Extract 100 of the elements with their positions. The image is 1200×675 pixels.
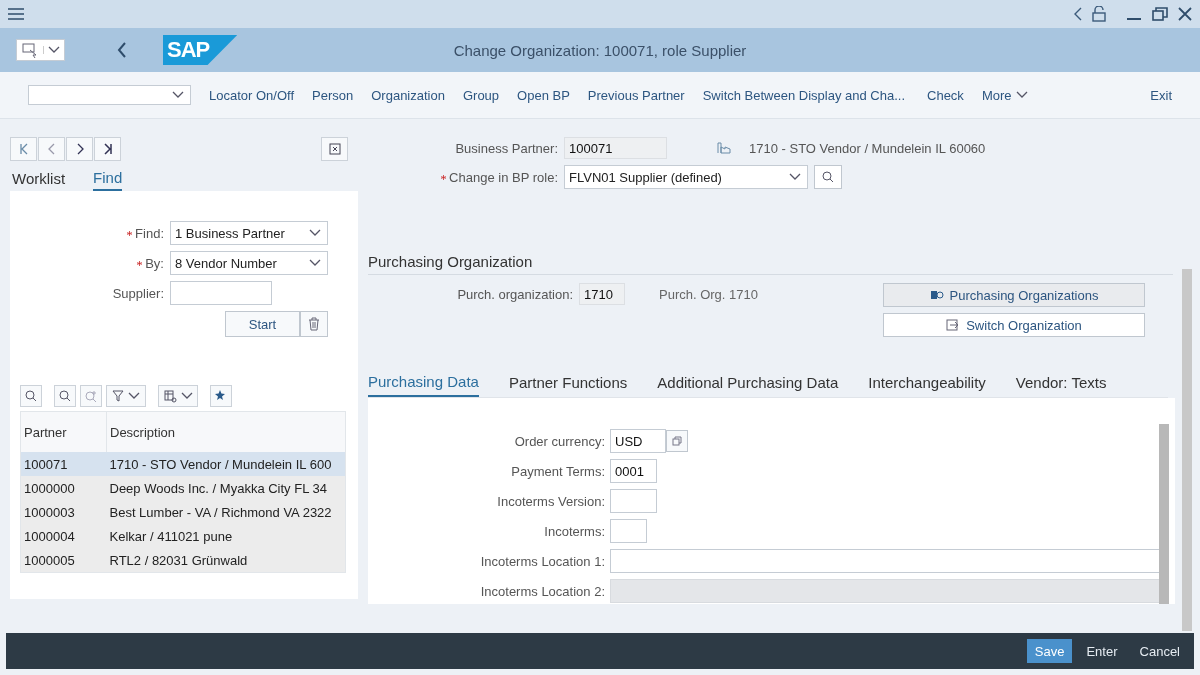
- back-icon[interactable]: [117, 42, 127, 58]
- scrollbar[interactable]: [1159, 424, 1169, 604]
- tab[interactable]: Interchangeability: [868, 373, 986, 397]
- tab[interactable]: Additional Purchasing Data: [657, 373, 839, 397]
- copy-icon: [672, 436, 682, 446]
- input-field[interactable]: [610, 489, 657, 513]
- next-icon: [75, 143, 84, 155]
- chevron-down-icon: [789, 173, 801, 181]
- table-cell: 1000004: [20, 524, 107, 548]
- field-label: Purch. organization:: [456, 287, 573, 302]
- org-icon: [929, 289, 944, 301]
- favorite-button[interactable]: [210, 385, 232, 407]
- input-field[interactable]: [170, 281, 272, 305]
- field-label: Change in BP role:: [449, 169, 558, 185]
- input-field[interactable]: [610, 519, 647, 543]
- table-cell: 1000003: [20, 500, 107, 524]
- first-button[interactable]: [10, 137, 37, 161]
- chevron-down-icon: [309, 259, 321, 267]
- required-icon: [441, 174, 447, 180]
- settings-button[interactable]: [158, 385, 198, 407]
- partner-description: 1710 - STO Vendor / Mundelein IL 60060: [749, 140, 986, 156]
- field-label: Incoterms Version:: [496, 493, 605, 509]
- close-button[interactable]: [321, 137, 348, 161]
- table-cell: RTL2 / 82031 Grünwald: [106, 548, 346, 573]
- last-button[interactable]: [94, 137, 121, 161]
- last-icon: [102, 143, 113, 155]
- tab[interactable]: Vendor: Texts: [1015, 373, 1107, 397]
- restore-icon[interactable]: [1152, 7, 1168, 21]
- chevron-down-icon: [128, 392, 140, 400]
- toolbar-button[interactable]: Person: [312, 87, 354, 103]
- check-button[interactable]: Check: [927, 87, 964, 103]
- organizations-button[interactable]: Purchasing Organizations: [883, 283, 1145, 307]
- zoom-button[interactable]: [20, 385, 42, 407]
- search-icon: [59, 390, 71, 402]
- menu-dropdown[interactable]: [16, 39, 65, 61]
- search-plus-icon: [85, 390, 97, 402]
- exit-button[interactable]: Exit: [1150, 87, 1172, 103]
- readonly-field: 100071: [564, 137, 667, 159]
- close-icon[interactable]: [1178, 7, 1192, 21]
- chevron-down-icon: [180, 392, 193, 400]
- filter-button[interactable]: [106, 385, 146, 407]
- magnifier-icon: [25, 390, 37, 402]
- more-button[interactable]: More: [981, 87, 1028, 103]
- input-field[interactable]: 0001: [610, 459, 657, 483]
- organization-description: Purch. Org. 1710: [659, 287, 759, 302]
- chevron-down-icon: [1015, 91, 1028, 99]
- tab[interactable]: Partner Functions: [508, 373, 628, 397]
- select-field[interactable]: 1 Business Partner: [170, 221, 328, 245]
- table-cell: 1710 - STO Vendor / Mundelein IL 600: [106, 452, 346, 476]
- table-cell: 100071: [20, 452, 107, 476]
- select-field[interactable]: 8 Vendor Number: [170, 251, 328, 275]
- table-settings-icon: [163, 389, 177, 403]
- field-label: Incoterms Location 1:: [479, 553, 605, 569]
- footer-button[interactable]: Enter: [1078, 639, 1126, 663]
- toolbar-button[interactable]: Organization: [371, 87, 445, 103]
- trash-icon: [308, 317, 320, 331]
- command-field[interactable]: [28, 85, 191, 105]
- start-button[interactable]: Start: [225, 311, 300, 337]
- table-cell: Best Lumber - VA / Richmond VA 2322: [106, 500, 346, 524]
- toolbar-button[interactable]: Switch Between Display and Cha...: [702, 87, 905, 103]
- section-title: Purchasing Organization: [368, 253, 1173, 275]
- filter-icon: [112, 390, 124, 402]
- toolbar-button[interactable]: Previous Partner: [587, 87, 685, 103]
- scrollbar[interactable]: [1182, 269, 1192, 631]
- screen-icon: [21, 42, 39, 58]
- panel-tab[interactable]: Worklist: [12, 169, 66, 191]
- delete-button[interactable]: [300, 311, 328, 337]
- column-header[interactable]: Partner: [20, 411, 107, 452]
- chevron-down-icon: [309, 229, 321, 237]
- table-cell: Deep Woods Inc. / Myakka City FL 34: [106, 476, 346, 500]
- logo: SAP: [163, 35, 238, 65]
- back-icon[interactable]: [1074, 7, 1082, 21]
- value-help-button[interactable]: [666, 430, 688, 452]
- next-button[interactable]: [66, 137, 93, 161]
- footer-button[interactable]: Cancel: [1131, 639, 1188, 663]
- search-button[interactable]: [814, 165, 842, 189]
- column-header[interactable]: Description: [106, 411, 346, 452]
- table-cell: 1000005: [20, 548, 107, 573]
- toolbar-button[interactable]: Locator On/Off: [209, 87, 295, 103]
- select-field[interactable]: FLVN01 Supplier (defined): [564, 165, 808, 189]
- search-icon: [822, 171, 834, 183]
- field-label: Find:: [135, 225, 164, 241]
- field-label: Payment Terms:: [510, 463, 605, 479]
- switch-button[interactable]: Switch Organization: [883, 313, 1145, 337]
- readonly-field: 1710: [579, 283, 625, 305]
- table-cell: Kelkar / 411021 pune: [106, 524, 346, 548]
- toolbar-button[interactable]: Open BP: [517, 87, 570, 103]
- chevron-down-icon: [48, 46, 60, 54]
- field-label: Order currency:: [513, 433, 605, 449]
- first-icon: [18, 143, 29, 155]
- field-label: Incoterms:: [543, 523, 605, 539]
- switch-icon: [946, 318, 961, 332]
- field-label: Incoterms Location 2:: [479, 583, 605, 599]
- menu-icon[interactable]: [8, 8, 24, 20]
- input-field[interactable]: USD: [610, 429, 666, 453]
- chevron-down-icon: [172, 91, 184, 99]
- lock-icon[interactable]: [1092, 6, 1106, 22]
- input-field[interactable]: [610, 549, 1162, 573]
- toolbar-button[interactable]: Group: [462, 87, 500, 103]
- search-button[interactable]: [54, 385, 76, 407]
